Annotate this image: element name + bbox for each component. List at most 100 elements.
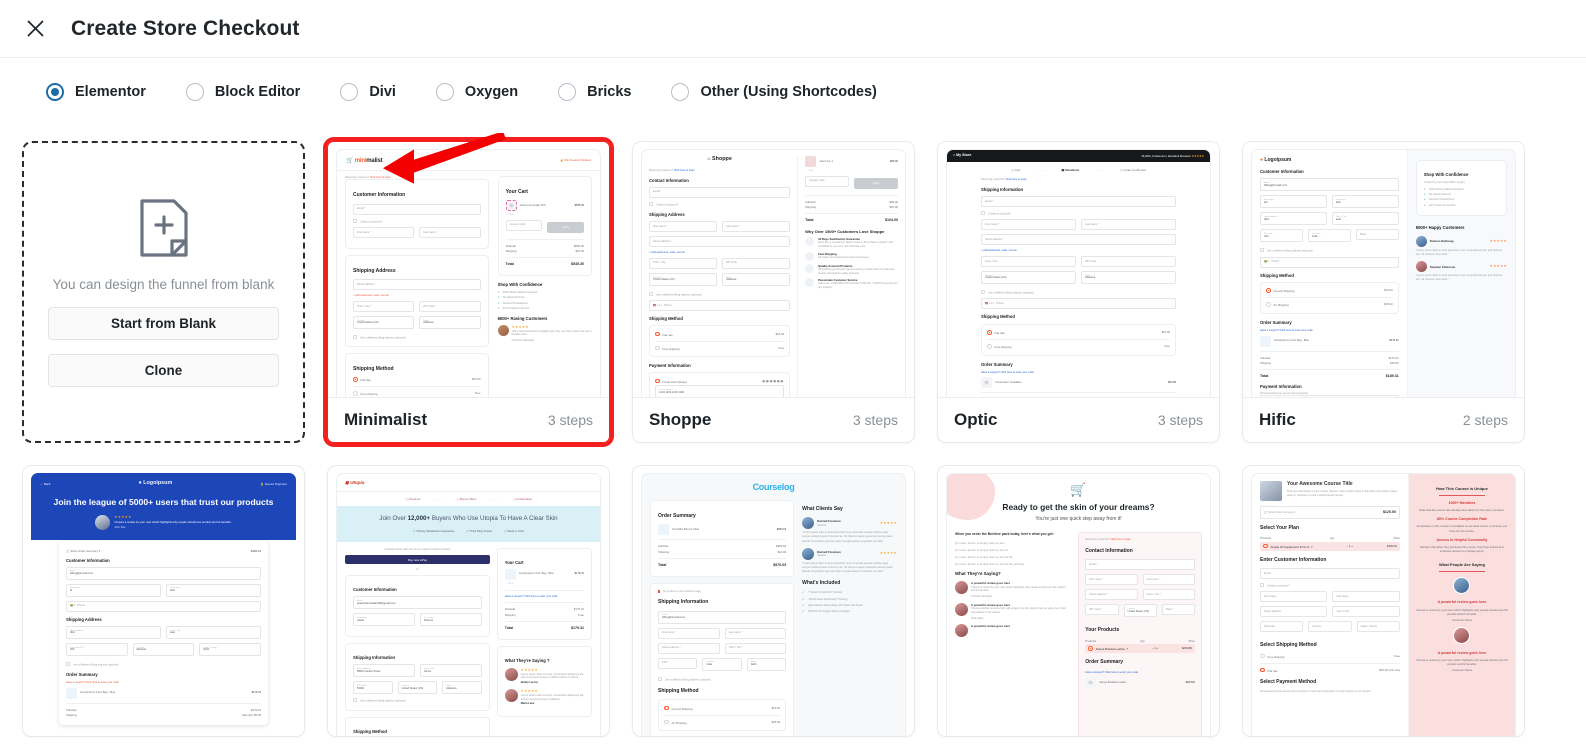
builder-radio-label: Divi	[369, 83, 396, 100]
preview-section-heading: Shipping Method	[649, 316, 683, 322]
preview-field: ZIP Code *	[1085, 604, 1119, 616]
template-card-row2-2[interactable]: ◼ Utopia ▢ Checkout ——— ▢ Bonus Offers ——— ▢ …	[327, 465, 610, 737]
preview-line: Total $189.31	[1260, 374, 1399, 379]
preview-field: Country United States (US)	[397, 681, 438, 695]
radio-icon[interactable]	[185, 82, 204, 101]
radio-icon[interactable]	[46, 82, 64, 101]
template-card-hific[interactable]: ● Logoipsum Customer Information Email * bi…	[1242, 141, 1525, 443]
cart-plus-icon: 🛒	[1070, 482, 1087, 497]
preview-section-heading: Customer Information	[66, 557, 110, 563]
preview-field: State * Alabama	[722, 272, 791, 286]
clone-button[interactable]: Clone	[48, 354, 279, 387]
preview-field: PIN *	[658, 657, 698, 669]
preview-field: Card number * 1234 1234 1234 1234	[655, 385, 785, 397]
preview-field: First name *	[649, 221, 718, 233]
preview-shipping-option: Air Shipping $25.00	[664, 719, 780, 725]
preview-field: Street address *	[658, 642, 720, 654]
builder-radio-label: Bricks	[587, 83, 632, 100]
preview-section-heading: Select Your Plan	[1260, 525, 1299, 531]
template-card-minimalist[interactable]: 🛒 minimalist 🔒 SSL Secured Checkout Return…	[323, 137, 614, 447]
preview-field: Last name * abib	[166, 583, 261, 597]
preview-field: Email	[1260, 568, 1400, 580]
preview-section-heading: Your Products	[1085, 627, 1120, 634]
preview-line: Subtotal $89.00	[805, 199, 898, 204]
preview-line: Total $179.31	[504, 625, 584, 630]
preview-field: Postcode / ZIP * 200	[66, 642, 128, 656]
template-card-optic[interactable]: ⌂ My Store 15,000+ Customers | Excellent …	[937, 141, 1220, 443]
preview-section-heading: Shipping Information	[981, 187, 1024, 193]
preview-logo: 🛒 minimalist	[346, 158, 383, 164]
template-preview: ● Logoipsum Customer Information Email * bi…	[1243, 142, 1524, 397]
preview-field: State Alabama	[442, 681, 482, 695]
preview-field: Country * India	[702, 657, 742, 671]
builder-radio-bricks[interactable]: Bricks	[558, 82, 632, 101]
preview-field: Last name *	[722, 221, 791, 233]
preview-line: Shipping Free	[504, 612, 584, 617]
builder-radio-oxygen[interactable]: Oxygen	[435, 82, 518, 101]
preview-field: ZIP Code 56001	[353, 681, 393, 695]
close-button[interactable]	[20, 14, 50, 44]
preview-section-heading: Shipping Address	[353, 267, 396, 274]
preview-section-heading: Select Shipping Method	[1260, 642, 1317, 649]
radio-icon[interactable]	[558, 82, 577, 101]
template-preview: ← Back ● Logoipsum 🔒 Secure Payment Join th…	[23, 466, 304, 736]
preview-section-heading: Order Summary	[1260, 319, 1292, 325]
template-card-shoppe[interactable]: ⌂ Shoppe Returning customer? Click here t…	[632, 141, 915, 443]
template-card-row2-1[interactable]: ← Back ● Logoipsum 🔒 Secure Payment Join th…	[22, 465, 305, 737]
builder-radio-other-using-shortcodes[interactable]: Other (Using Shortcodes)	[671, 82, 877, 101]
preview-section-heading: Payment Information	[1260, 384, 1302, 390]
preview-field: 🇺🇸 +1 ▾ Phone	[649, 300, 791, 312]
template-thumbnail: ⌂ Shoppe Returning customer? Click here t…	[633, 142, 914, 397]
preview-field: Town / City Sanvit	[419, 664, 482, 678]
preview-field: Street address 8806 Franklin Street	[353, 664, 415, 678]
preview-field: First name * abi	[1260, 195, 1327, 209]
builder-radio-block-editor[interactable]: Block Editor	[185, 82, 301, 101]
preview-line: Shipping $10.00	[658, 549, 787, 554]
radio-icon[interactable]	[671, 82, 690, 101]
builder-radio-divi[interactable]: Divi	[340, 82, 396, 101]
template-name: Hific	[1259, 410, 1296, 429]
preview-field: First name *	[981, 219, 1076, 231]
template-name: Minimalist	[344, 410, 428, 429]
builder-radio-label: Block Editor	[214, 83, 301, 100]
preview-line: Total $970.63	[658, 562, 787, 567]
preview-shipping-option: Flat rate $15.00	[987, 330, 1170, 335]
preview-field: Email * billing@simsab.com	[66, 566, 261, 580]
templates-area: You can design the funnel from blank Star…	[0, 125, 1586, 737]
preview-field: Coupon code	[505, 219, 543, 231]
preview-section-heading: Customer Information	[353, 192, 406, 199]
template-preview: ◼ Utopia ▢ Checkout ——— ▢ Bonus Offers ——— ▢ …	[328, 466, 609, 736]
template-thumbnail: ⌂ My Store 15,000+ Customers | Excellent …	[938, 142, 1219, 397]
preview-field: ZIP Code *	[419, 300, 481, 312]
template-card-row2-3[interactable]: Courselog Order Summary Incredible Bronze …	[632, 465, 915, 737]
template-card-row2-4[interactable]: 🛒 Ready to get the skin of your dreams? Yo…	[937, 465, 1220, 737]
preview-logo: Courselog	[752, 482, 795, 492]
template-footer: Minimalist 3 steps	[328, 397, 609, 442]
template-steps: 3 steps	[547, 412, 593, 428]
template-card-row2-5[interactable]: Your Awesome Course Title Enter the descr…	[1242, 465, 1525, 737]
preview-field: ZIP Code	[722, 257, 791, 269]
builder-radio-elementor[interactable]: Elementor	[46, 82, 146, 101]
radio-icon[interactable]	[340, 82, 359, 101]
preview-field: Street address * dfsd	[1260, 212, 1327, 226]
template-steps: 3 steps	[852, 412, 898, 428]
template-preview: 🛒 minimalist 🔒 SSL Secured Checkout Return…	[328, 142, 609, 397]
preview-field: Country * United States (US)	[353, 315, 415, 329]
preview-section-heading: Order Summary	[981, 361, 1013, 367]
preview-field: ZIP Code	[1081, 256, 1176, 268]
preview-line: Shipping $15.00	[505, 249, 584, 254]
preview-field: Country * Ethiopia	[132, 642, 195, 656]
preview-shipping-option: Flat rate $15.00	[353, 377, 481, 382]
builder-radio-label: Other (Using Shortcodes)	[700, 83, 877, 100]
radio-icon[interactable]	[435, 82, 454, 101]
preview-shipping-option: Free shipping Free	[987, 344, 1170, 349]
start-from-blank-button[interactable]: Start from Blank	[48, 307, 279, 340]
preview-hero-title: Join the league of 5000+ users that trus…	[53, 496, 274, 507]
preview-field: Email * billing@simsab.com	[658, 610, 787, 624]
preview-field: Postcode	[1260, 621, 1304, 633]
template-preview: Your Awesome Course Title Enter the descr…	[1243, 466, 1524, 736]
preview-section-heading: Select Payment Method	[1260, 678, 1317, 685]
start-from-blank-card[interactable]: You can design the funnel from blank Star…	[22, 141, 305, 443]
preview-field: Town / City *	[1142, 589, 1195, 601]
preview-field: Email *	[1085, 559, 1195, 571]
